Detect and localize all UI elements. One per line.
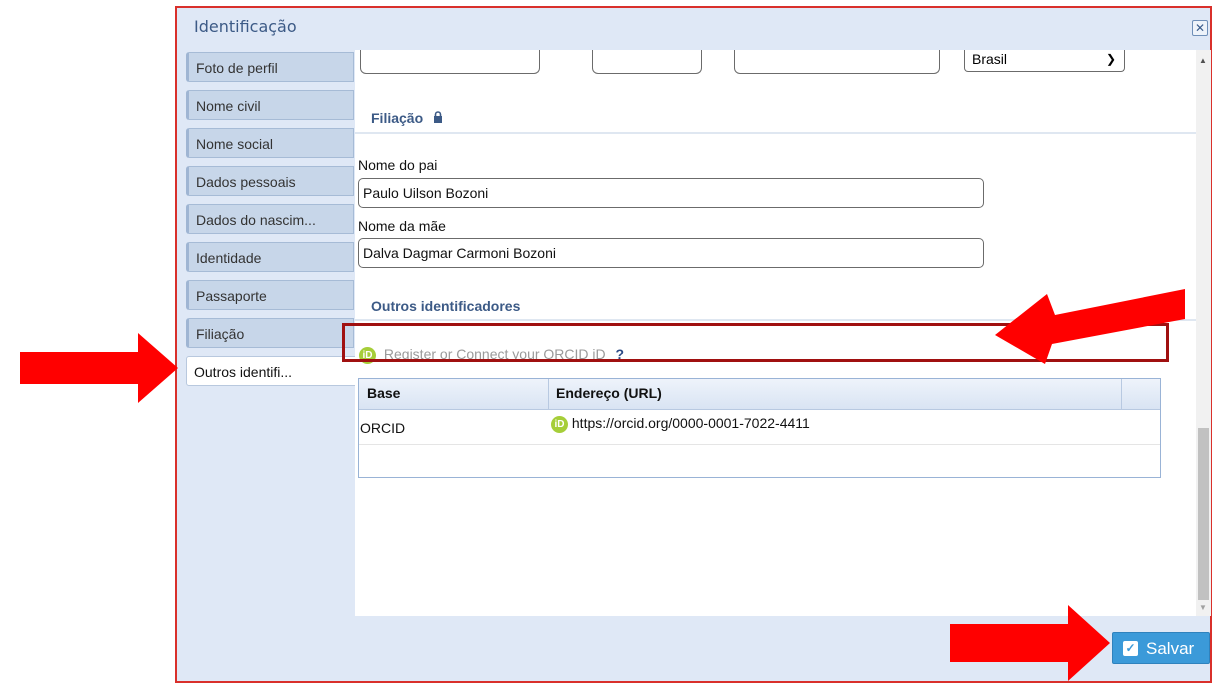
father-name-label: Nome do pai <box>358 157 438 173</box>
table-row[interactable]: ORCID iD https://orcid.org/0000-0001-702… <box>359 410 1160 445</box>
save-button[interactable]: ✓ Salvar <box>1112 632 1210 664</box>
tab-foto-de-perfil[interactable]: Foto de perfil <box>186 52 354 82</box>
mother-name-label: Nome da mãe <box>358 218 446 234</box>
column-header-url[interactable]: Endereço (URL) <box>556 385 662 401</box>
tab-passaporte[interactable]: Passaporte <box>186 280 354 310</box>
tab-filiacao[interactable]: Filiação <box>186 318 354 348</box>
country-select[interactable]: Brasil ❯ <box>964 50 1125 72</box>
column-header-base[interactable]: Base <box>367 385 400 401</box>
section-title-outros: Outros identificadores <box>371 298 521 314</box>
mother-name-input[interactable]: Dalva Dagmar Carmoni Bozoni <box>358 238 984 268</box>
column-separator <box>1121 379 1122 409</box>
tab-dados-pessoais[interactable]: Dados pessoais <box>186 166 354 196</box>
identifiers-grid: Base Endereço (URL) ORCID iD https://orc… <box>358 378 1161 478</box>
father-name-input[interactable]: Paulo Uilson Bozoni <box>358 178 984 208</box>
annotation-arrow-right-icon <box>20 333 178 403</box>
orcid-url-text: https://orcid.org/0000-0001-7022-4411 <box>571 415 810 431</box>
dialog-titlebar: Identificação ✕ <box>177 8 1210 46</box>
scroll-up-arrow-icon[interactable]: ▲ <box>1199 56 1207 65</box>
cell-base: ORCID <box>360 420 406 436</box>
top-field-1[interactable] <box>360 50 540 74</box>
annotation-arrow-left-icon <box>995 289 1185 364</box>
tab-nome-social[interactable]: Nome social <box>186 128 354 158</box>
collapse-x-icon[interactable]: ✕ <box>1192 20 1208 36</box>
grid-header: Base Endereço (URL) <box>359 379 1160 410</box>
cell-url: iD https://orcid.org/0000-0001-7022-4411 <box>551 415 810 433</box>
chevron-down-icon: ❯ <box>1105 52 1116 66</box>
annotation-arrow-save-icon <box>950 605 1110 681</box>
checkbox-check-icon: ✓ <box>1123 641 1138 656</box>
dialog-title: Identificação <box>194 17 297 36</box>
tab-identidade[interactable]: Identidade <box>186 242 354 272</box>
tab-nome-civil[interactable]: Nome civil <box>186 90 354 120</box>
column-separator <box>548 379 549 409</box>
section-divider <box>355 132 1196 134</box>
tab-outros-identificadores[interactable]: Outros identifi... <box>186 356 358 386</box>
tab-dados-do-nascimento[interactable]: Dados do nascim... <box>186 204 354 234</box>
scrollbar-thumb[interactable] <box>1198 428 1209 600</box>
filiacao-title-text: Filiação <box>371 110 424 126</box>
orcid-icon: iD <box>551 415 568 433</box>
lock-icon <box>433 110 443 126</box>
vertical-scrollbar[interactable]: ▲ ▼ <box>1196 50 1211 616</box>
country-select-value: Brasil <box>972 51 1008 67</box>
section-title-filiacao: Filiação <box>371 110 443 126</box>
save-button-label: Salvar <box>1146 639 1195 658</box>
top-field-3[interactable] <box>734 50 940 74</box>
scroll-down-arrow-icon[interactable]: ▼ <box>1199 603 1207 612</box>
top-field-2[interactable] <box>592 50 702 74</box>
